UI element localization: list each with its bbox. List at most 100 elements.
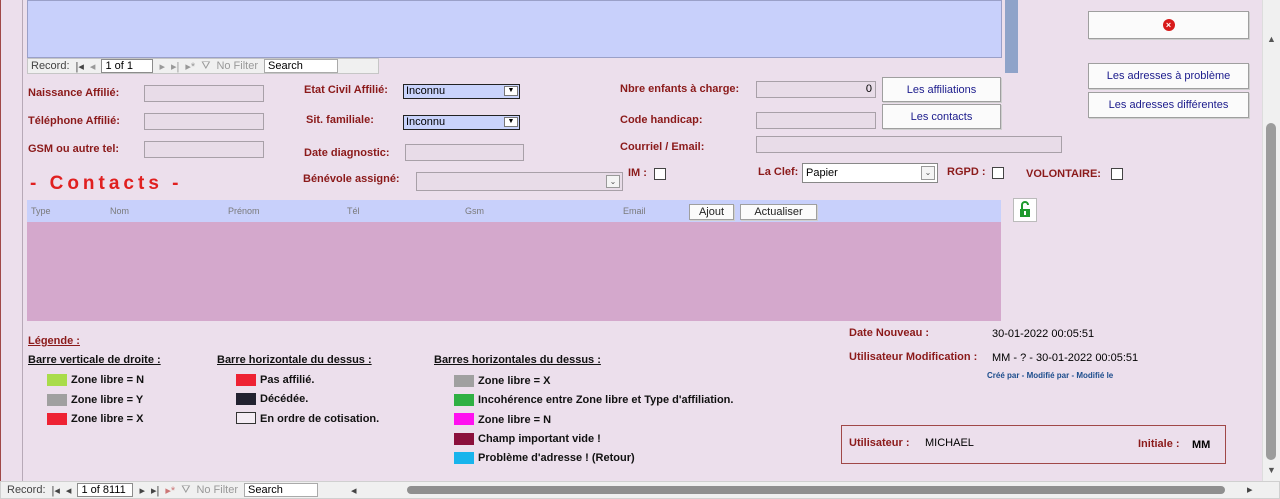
close-icon: ×: [1162, 19, 1175, 31]
etat-civil-combo[interactable]: Inconnu ▼: [403, 84, 520, 99]
last-record-icon[interactable]: ▸|: [171, 60, 179, 73]
contacts-list: [27, 222, 1001, 321]
telephone-field[interactable]: [144, 113, 264, 130]
code-handicap-field[interactable]: [756, 112, 876, 129]
legend-title: Légende :: [28, 335, 80, 347]
legend-item: Zone libre = X: [478, 375, 551, 387]
col-gsm: Gsm: [465, 206, 484, 216]
utilisateur-label: Utilisateur :: [849, 437, 910, 449]
sit-fam-combo[interactable]: Inconnu ▼: [403, 115, 520, 130]
record-label: Record:: [7, 484, 46, 496]
ajout-button[interactable]: Ajout: [689, 204, 734, 220]
nbre-enfants-field[interactable]: 0: [756, 81, 876, 98]
scroll-down-icon[interactable]: ▼: [1267, 465, 1276, 475]
scroll-up-icon[interactable]: ▲: [1267, 34, 1276, 44]
no-filter-label[interactable]: No Filter: [216, 60, 258, 72]
legend-item: Zone libre = N: [478, 414, 552, 426]
adresses-probleme-button[interactable]: Les adresses à problème: [1088, 63, 1249, 89]
naissance-label: Naissance Affilié:: [28, 87, 120, 99]
legend-swatch: [47, 413, 67, 425]
legend-item: Décédée.: [260, 393, 309, 405]
contacts-button[interactable]: Les contacts: [882, 104, 1001, 129]
telephone-label: Téléphone Affilié:: [28, 115, 120, 127]
prev-record-icon[interactable]: ◂: [66, 484, 72, 497]
top-subform: [27, 0, 1002, 58]
date-nouveau-value: 30-01-2022 00:05:51: [992, 328, 1095, 340]
top-record-navigator: Record: |◂ ◂ 1 of 1 ▸ ▸| ▸* ⛛ No Filter …: [27, 58, 379, 74]
etat-civil-label: Etat Civil Affilié:: [304, 84, 388, 96]
la-clef-combo[interactable]: Papier ⌄: [802, 163, 938, 183]
legend-swatch: [454, 433, 474, 445]
benevole-combo[interactable]: ⌄: [416, 172, 623, 191]
new-record-icon[interactable]: ▸*: [165, 484, 175, 497]
vertical-scrollbar[interactable]: ▲ ▼: [1262, 0, 1280, 481]
legend-item: En ordre de cotisation.: [260, 413, 380, 425]
utilisateur-value: MICHAEL: [925, 437, 974, 449]
legend-swatch: [454, 452, 474, 464]
close-button[interactable]: ×: [1088, 11, 1249, 39]
sit-fam-value: Inconnu: [406, 116, 446, 128]
top-subform-scrollbar[interactable]: [1005, 0, 1018, 73]
record-position-input[interactable]: 1 of 1: [101, 59, 154, 73]
legend-item: Problème d'adresse ! (Retour): [478, 452, 635, 464]
new-record-icon[interactable]: ▸*: [185, 60, 195, 73]
volontaire-label: VOLONTAIRE:: [1026, 168, 1101, 180]
etat-civil-value: Inconnu: [406, 85, 446, 97]
legend-item: Champ important vide !: [478, 433, 601, 445]
legend-swatch: [236, 393, 256, 405]
nbre-enfants-value: 0: [865, 83, 872, 95]
last-record-icon[interactable]: ▸|: [151, 484, 159, 497]
chevron-down-icon[interactable]: ⌄: [921, 166, 935, 180]
horizontal-scrollbar-thumb[interactable]: [407, 486, 1225, 494]
filter-icon[interactable]: ⛛: [181, 484, 190, 497]
next-record-icon[interactable]: ▸: [139, 484, 145, 497]
search-input[interactable]: Search: [264, 59, 338, 73]
legend-swatch: [454, 375, 474, 387]
im-label: IM :: [628, 167, 647, 179]
initiale-value: MM: [1192, 439, 1211, 451]
search-input[interactable]: Search: [244, 483, 318, 497]
record-position-input[interactable]: 1 of 8111: [77, 483, 134, 497]
legend-swatch: [47, 374, 67, 386]
prev-record-icon[interactable]: ◂: [90, 60, 96, 73]
gsm-field[interactable]: [144, 141, 264, 158]
rgpd-checkbox[interactable]: [992, 167, 1004, 179]
date-nouveau-label: Date Nouveau :: [849, 327, 930, 339]
no-filter-label[interactable]: No Filter: [196, 484, 238, 496]
left-border-line: [22, 0, 23, 481]
chevron-down-icon[interactable]: ▼: [504, 86, 518, 96]
adresses-differentes-button[interactable]: Les adresses différentes: [1088, 92, 1249, 118]
courriel-field[interactable]: [756, 136, 1062, 153]
legend-item: Zone libre = X: [71, 413, 144, 425]
first-record-icon[interactable]: |◂: [76, 60, 84, 73]
next-record-icon[interactable]: ▸: [159, 60, 165, 73]
naissance-field[interactable]: [144, 85, 264, 102]
code-handicap-label: Code handicap:: [620, 114, 703, 126]
la-clef-value: Papier: [806, 167, 838, 179]
gsm-label: GSM ou autre tel:: [28, 143, 120, 155]
scrollbar-thumb[interactable]: [1266, 123, 1276, 460]
legend-col3-title: Barres horizontales du dessus :: [434, 354, 601, 366]
lock-open-icon[interactable]: [1013, 198, 1037, 222]
im-checkbox[interactable]: [654, 168, 666, 180]
first-record-icon[interactable]: |◂: [52, 484, 60, 497]
affiliations-button[interactable]: Les affiliations: [882, 77, 1001, 102]
scroll-right-icon[interactable]: ▸: [1247, 483, 1253, 496]
user-modif-label: Utilisateur Modification :: [849, 351, 978, 363]
date-diagnostic-field[interactable]: [405, 144, 524, 161]
volontaire-checkbox[interactable]: [1111, 168, 1123, 180]
col-nom: Nom: [110, 206, 130, 216]
la-clef-label: La Clef:: [758, 166, 799, 178]
scroll-left-icon[interactable]: ◂: [351, 484, 357, 497]
courriel-label: Courriel / Email:: [620, 141, 705, 153]
filter-icon[interactable]: ⛛: [201, 60, 210, 73]
chevron-down-icon[interactable]: ▼: [504, 117, 518, 127]
chevron-down-icon[interactable]: ⌄: [606, 175, 620, 188]
legend-col2-title: Barre horizontale du dessus :: [217, 354, 372, 366]
legend-swatch: [454, 413, 474, 425]
record-label: Record:: [31, 60, 70, 72]
initiale-label: Initiale :: [1138, 438, 1180, 450]
date-diagnostic-label: Date diagnostic:: [304, 147, 390, 159]
legend-item: Incohérence entre Zone libre et Type d'a…: [478, 394, 734, 406]
actualiser-button[interactable]: Actualiser: [740, 204, 817, 220]
